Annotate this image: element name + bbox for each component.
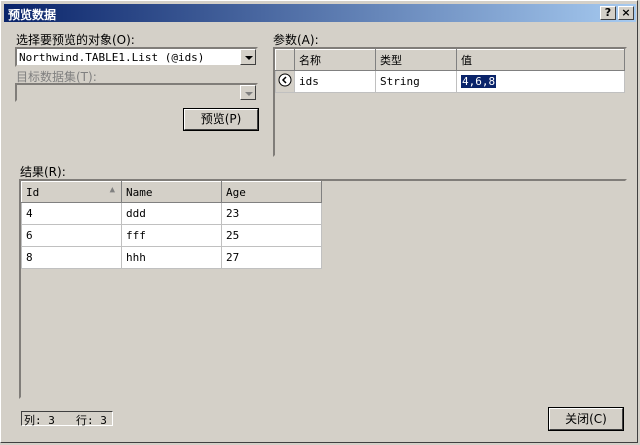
status-rows: 行: 3	[76, 414, 107, 427]
close-button[interactable]: 关闭(C)	[548, 407, 624, 431]
params-header-row: 名称 类型 值	[275, 49, 625, 71]
params-col-name[interactable]: 名称	[294, 49, 376, 71]
cell-name[interactable]: hhh	[121, 246, 222, 269]
results-col-id[interactable]: Id ▲	[21, 181, 122, 203]
param-value-cell[interactable]: 4,6,8	[456, 70, 625, 93]
params-col-type[interactable]: 类型	[375, 49, 457, 71]
param-type-cell[interactable]: String	[375, 70, 457, 93]
preview-button[interactable]: 预览(P)	[183, 108, 259, 131]
results-col-id-label: Id	[26, 185, 40, 199]
params-col-value[interactable]: 值	[456, 49, 625, 71]
window-title: 预览数据	[8, 8, 57, 22]
select-object-label: 选择要预览的对象(O):	[16, 33, 135, 47]
params-row-header-corner	[275, 49, 295, 71]
cell-name[interactable]: fff	[121, 224, 222, 247]
select-object-combobox[interactable]: Northwind.TABLE1.List (@ids)	[15, 47, 258, 67]
cell-id[interactable]: 4	[21, 202, 122, 225]
results-col-age[interactable]: Age	[221, 181, 322, 203]
param-value-text[interactable]: 4,6,8	[461, 75, 497, 88]
dialog-window: 预览数据 ? × 选择要预览的对象(O): Northwind.TABLE1.L…	[0, 0, 638, 443]
select-object-value: Northwind.TABLE1.List (@ids)	[19, 51, 205, 64]
results-header-row: Id ▲ Name Age	[21, 181, 322, 203]
results-table: Id ▲ Name Age 4 ddd 23 6 fff 25 8 hhh 27	[21, 181, 322, 269]
chevron-down-icon[interactable]	[240, 85, 256, 100]
title-bar[interactable]: 预览数据 ? ×	[4, 4, 636, 22]
close-window-button[interactable]: ×	[618, 6, 634, 20]
cell-age[interactable]: 23	[221, 202, 322, 225]
cell-age[interactable]: 25	[221, 224, 322, 247]
status-cols: 列: 3	[24, 414, 55, 427]
param-name-cell[interactable]: ids	[294, 70, 376, 93]
chevron-down-icon[interactable]	[240, 49, 256, 65]
status-bar: 列: 3 行: 3	[21, 411, 113, 427]
params-panel: 名称 类型 值 ids String 4,6,8	[273, 47, 627, 157]
table-row[interactable]: 4 ddd 23	[21, 202, 322, 225]
params-row[interactable]: ids String 4,6,8	[275, 70, 625, 93]
target-dataset-combobox[interactable]	[15, 83, 258, 102]
cell-name[interactable]: ddd	[121, 202, 222, 225]
results-panel: Id ▲ Name Age 4 ddd 23 6 fff 25 8 hhh 27	[19, 179, 627, 399]
params-table: 名称 类型 值 ids String 4,6,8	[275, 49, 625, 93]
params-label: 参数(A):	[273, 33, 319, 47]
results-label: 结果(R):	[20, 165, 66, 179]
row-pointer-icon	[275, 70, 295, 93]
cell-age[interactable]: 27	[221, 246, 322, 269]
results-col-name[interactable]: Name	[121, 181, 222, 203]
sort-ascending-icon: ▲	[109, 185, 115, 195]
help-button[interactable]: ?	[600, 6, 616, 20]
cell-id[interactable]: 6	[21, 224, 122, 247]
cell-id[interactable]: 8	[21, 246, 122, 269]
table-row[interactable]: 8 hhh 27	[21, 246, 322, 269]
table-row[interactable]: 6 fff 25	[21, 224, 322, 247]
